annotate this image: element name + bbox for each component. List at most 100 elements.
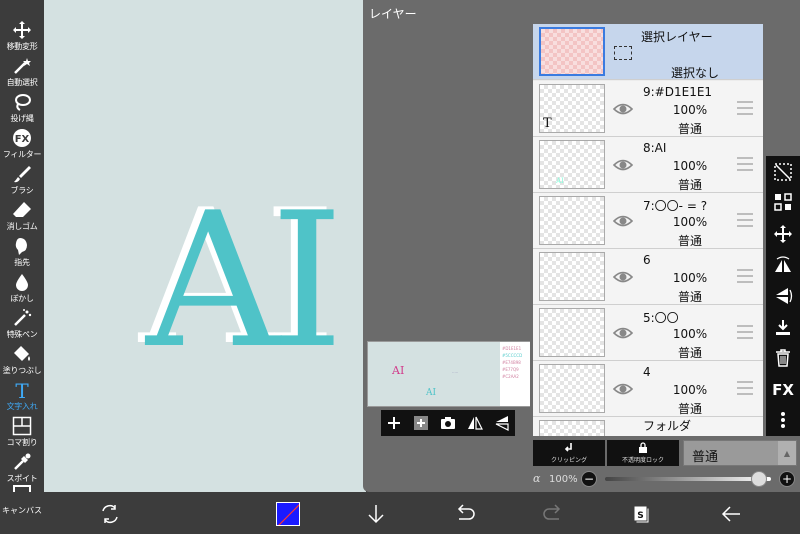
visibility-eye-icon[interactable] — [613, 267, 633, 287]
clipping-label: クリッピング — [550, 457, 587, 464]
blend-mode-select[interactable]: 普通 ▲ — [683, 440, 797, 466]
folder-row[interactable]: フォルダ — [533, 417, 763, 436]
tool-label: 文字入れ — [6, 402, 38, 411]
fill-icon — [11, 344, 33, 364]
tool-special-pen[interactable]: 特殊ペン — [0, 308, 44, 344]
visibility-eye-icon[interactable] — [613, 379, 633, 399]
drag-handle-icon[interactable] — [737, 269, 753, 283]
visibility-eye-icon[interactable] — [613, 155, 633, 175]
layer-down-button[interactable] — [363, 501, 389, 527]
drag-handle-icon[interactable] — [737, 381, 753, 395]
move-layer-button[interactable] — [771, 222, 795, 246]
visibility-eye-icon[interactable] — [613, 211, 633, 231]
camera-button[interactable] — [437, 412, 459, 434]
transform-icon — [774, 193, 792, 211]
tool-frame-divider[interactable]: コマ割り — [0, 416, 44, 452]
tool-eyedropper[interactable]: スポイト — [0, 452, 44, 488]
selection-status: 選択なし — [671, 66, 720, 80]
text-icon: T — [11, 380, 33, 400]
palette-entry: #C2AA2 — [502, 374, 519, 379]
back-button[interactable] — [718, 501, 744, 527]
layer-row[interactable]: 4 100% 普通 — [533, 361, 763, 417]
layer-thumbnail — [539, 364, 605, 413]
more-options-button[interactable] — [771, 408, 795, 432]
flip-vertical-button[interactable] — [771, 284, 795, 308]
opacity-slider[interactable] — [605, 477, 771, 481]
tool-label: 移動変形 — [6, 42, 38, 51]
redo-button[interactable] — [540, 501, 566, 527]
camera-icon — [440, 417, 455, 429]
tool-blur[interactable]: ぼかし — [0, 272, 44, 308]
drag-handle-icon[interactable] — [737, 325, 753, 339]
merge-down-button[interactable] — [771, 316, 795, 340]
select-layer-button[interactable] — [771, 160, 795, 184]
palette-entry: #5CCCCD — [502, 353, 523, 358]
add-fill-layer-button[interactable] — [410, 412, 432, 434]
brush-icon — [11, 164, 33, 184]
svg-text:FX: FX — [15, 134, 30, 145]
visibility-eye-icon[interactable] — [613, 99, 633, 119]
merge-down-icon — [776, 320, 790, 335]
layer-row[interactable]: 5:〇〇 100% 普通 — [533, 305, 763, 361]
layer-opacity: 100% — [672, 327, 708, 341]
layer-row[interactable]: 6 100% 普通 — [533, 249, 763, 305]
preview-toolbar — [381, 410, 515, 436]
rotate-preview-button[interactable] — [491, 412, 513, 434]
layer-row[interactable]: AI 8:AI 100% 普通 — [533, 137, 763, 193]
layer-opacity: 100% — [672, 215, 708, 229]
color-swatch[interactable] — [276, 502, 300, 526]
transform-eraser-button[interactable] — [97, 501, 123, 527]
left-toolbar: 移動変形 自動選択 投げ縄 FX フィルター ブラシ 消しゴム 指先 ぼかし 特… — [0, 0, 44, 503]
layer-row[interactable]: 7:〇〇- = ? 100% 普通 — [533, 193, 763, 249]
swap-tool-icon — [102, 504, 118, 524]
flip-horizontal-icon — [467, 416, 483, 430]
flip-preview-button[interactable] — [464, 412, 486, 434]
opacity-lock-button[interactable]: 不透明度ロック — [607, 440, 679, 466]
tool-text[interactable]: T 文字入れ — [0, 380, 44, 416]
lasso-icon — [11, 92, 33, 112]
preview-palette: #D1E1E1 #5CCCCD #E74B98 #E77Q9 #C2AA2 — [500, 342, 530, 406]
drag-handle-icon[interactable] — [737, 213, 753, 227]
preview-canvas: AI ····· AI — [368, 342, 500, 406]
opacity-slider-knob[interactable] — [751, 471, 767, 487]
add-layer-button[interactable] — [383, 412, 405, 434]
tool-move[interactable]: 移動変形 — [0, 20, 44, 56]
trash-icon — [776, 349, 790, 367]
tool-fill[interactable]: 塗りつぶし — [0, 344, 44, 380]
dropdown-arrow-icon: ▲ — [778, 441, 796, 465]
drag-handle-icon[interactable] — [737, 157, 753, 171]
tool-eraser[interactable]: 消しゴム — [0, 200, 44, 236]
drawing-canvas[interactable]: AI — [44, 0, 366, 492]
selection-layer-row[interactable]: 選択レイヤー 選択なし — [533, 24, 763, 80]
material-button[interactable]: S — [629, 501, 655, 527]
canvas-preview[interactable]: AI ····· AI #D1E1E1 #5CCCCD #E74B98 #E77… — [367, 341, 530, 407]
tool-label: コマ割り — [6, 438, 38, 447]
layer-thumbnail — [539, 27, 605, 76]
tool-brush[interactable]: ブラシ — [0, 164, 44, 200]
tool-filter[interactable]: FX フィルター — [0, 128, 44, 164]
layer-fx-button[interactable]: FX — [771, 378, 795, 402]
tool-magic-wand[interactable]: 自動選択 — [0, 56, 44, 92]
visibility-eye-icon[interactable] — [613, 323, 633, 343]
undo-button[interactable] — [452, 501, 478, 527]
frame-divider-icon — [11, 416, 33, 436]
opacity-decrease-button[interactable]: − — [581, 471, 597, 487]
layer-panel-title: レイヤー — [369, 7, 417, 21]
flip-horizontal-button[interactable] — [771, 254, 795, 278]
layer-row[interactable]: T 9:#D1E1E1 100% 普通 — [533, 81, 763, 137]
tool-finger[interactable]: 指先 — [0, 236, 44, 272]
layer-blend-mode: 普通 — [677, 178, 702, 192]
drag-handle-icon[interactable] — [737, 101, 753, 115]
tool-lasso[interactable]: 投げ縄 — [0, 92, 44, 128]
arrow-left-icon — [721, 506, 740, 522]
folder-name: フォルダ — [643, 419, 692, 433]
layer-name: 9:#D1E1E1 — [643, 85, 713, 99]
transform-button[interactable] — [771, 190, 795, 214]
add-tone-icon — [414, 416, 429, 430]
opacity-increase-button[interactable]: + — [779, 471, 795, 487]
delete-layer-button[interactable] — [771, 346, 795, 370]
tool-label: ブラシ — [10, 186, 34, 195]
tool-label: 塗りつぶし — [2, 366, 42, 375]
layer-thumbnail — [539, 252, 605, 301]
clipping-button[interactable]: クリッピング — [533, 440, 605, 466]
